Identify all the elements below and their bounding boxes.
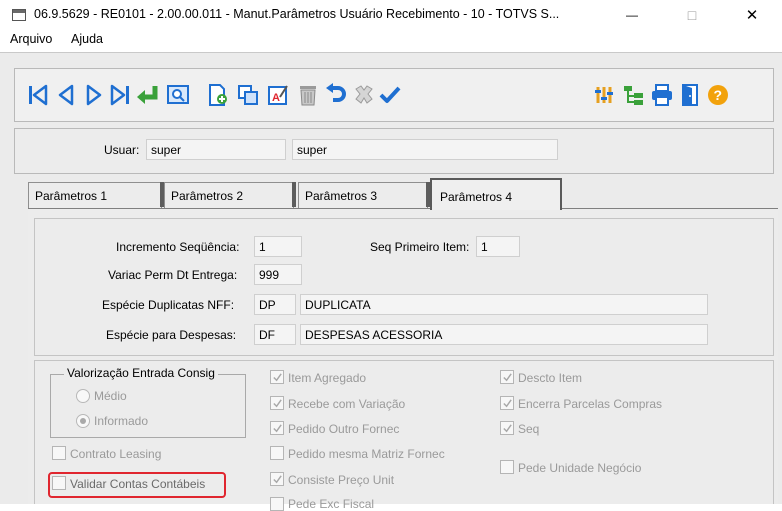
- radio-informado[interactable]: [76, 414, 90, 428]
- tab-parametros-3[interactable]: Parâmetros 3: [298, 182, 430, 208]
- recebe-variacao-label: Recebe com Variação: [288, 397, 406, 411]
- seq-primeiro-label: Seq Primeiro Item:: [370, 240, 470, 254]
- minimize-button[interactable]: —: [610, 0, 654, 30]
- incremento-field[interactable]: 1: [254, 236, 302, 257]
- consiste-preco-label: Consiste Preço Unit: [288, 473, 395, 487]
- previous-record-icon[interactable]: [52, 80, 80, 110]
- cancel-icon[interactable]: [350, 80, 378, 110]
- seq-label: Seq: [518, 422, 540, 436]
- valorizacao-group: [50, 374, 246, 438]
- pede-unidade-checkbox[interactable]: [500, 460, 514, 474]
- seq-checkbox[interactable]: [500, 421, 514, 435]
- undo-icon[interactable]: [322, 80, 350, 110]
- encerra-parcelas-label: Encerra Parcelas Compras: [518, 397, 663, 411]
- print-icon[interactable]: [648, 80, 676, 110]
- especie-dup-desc-field: DUPLICATA: [300, 294, 708, 315]
- radio-informado-label: Informado: [94, 414, 149, 428]
- pedido-mesma-checkbox[interactable]: [270, 446, 284, 460]
- recebe-variacao-checkbox[interactable]: [270, 396, 284, 410]
- pedido-outro-label: Pedido Outro Fornec: [288, 422, 400, 436]
- window-title: 06.9.5629 - RE0101 - 2.00.00.011 - Manut…: [34, 7, 560, 21]
- radio-medio-label: Médio: [94, 389, 127, 403]
- user-label: Usuar:: [104, 143, 140, 157]
- especie-desp-desc-field: DESPESAS ACESSORIA: [300, 324, 708, 345]
- descto-item-label: Descto Item: [518, 371, 583, 385]
- new-icon[interactable]: [204, 80, 232, 110]
- incremento-label: Incremento Seqüência:: [116, 240, 240, 254]
- goto-icon[interactable]: [134, 80, 162, 110]
- tree-icon[interactable]: [620, 80, 648, 110]
- pede-unidade-label: Pede Unidade Negócio: [518, 461, 642, 475]
- menu-ajuda[interactable]: Ajuda: [71, 32, 103, 46]
- especie-desp-label: Espécie para Despesas:: [106, 328, 237, 342]
- user-code-field[interactable]: super: [146, 139, 286, 160]
- copy-icon[interactable]: [234, 80, 262, 110]
- next-record-icon[interactable]: [80, 80, 108, 110]
- edit-icon[interactable]: A: [264, 80, 292, 110]
- svg-text:?: ?: [714, 87, 723, 103]
- delete-icon[interactable]: [294, 80, 322, 110]
- variac-field[interactable]: 999: [254, 264, 302, 285]
- first-record-icon[interactable]: [24, 80, 52, 110]
- encerra-parcelas-checkbox[interactable]: [500, 396, 514, 410]
- variac-label: Variac Perm Dt Entrega:: [108, 268, 238, 282]
- consiste-preco-checkbox[interactable]: [270, 472, 284, 486]
- tab-parametros-4[interactable]: Parâmetros 4: [430, 178, 562, 210]
- last-record-icon[interactable]: [106, 80, 134, 110]
- maximize-button[interactable]: □: [670, 0, 714, 30]
- tab-parametros-1[interactable]: Parâmetros 1: [28, 182, 164, 208]
- pedido-mesma-label: Pedido mesma Matriz Fornec: [288, 447, 445, 461]
- contrato-leasing-checkbox[interactable]: [52, 446, 66, 460]
- confirm-icon[interactable]: [376, 80, 404, 110]
- item-agregado-checkbox[interactable]: [270, 370, 284, 384]
- pede-exc-fiscal-label: Pede Exc Fiscal: [288, 497, 375, 511]
- settings-icon[interactable]: [590, 80, 618, 110]
- highlight-box: [48, 472, 226, 498]
- tab-parametros-2[interactable]: Parâmetros 2: [164, 182, 296, 208]
- seq-primeiro-field[interactable]: 1: [476, 236, 520, 257]
- pedido-outro-checkbox[interactable]: [270, 421, 284, 435]
- exit-icon[interactable]: [676, 80, 704, 110]
- app-icon: [12, 9, 26, 21]
- pede-exc-fiscal-checkbox[interactable]: [270, 497, 284, 511]
- radio-medio[interactable]: [76, 389, 90, 403]
- close-button[interactable]: ✕: [730, 0, 774, 30]
- descto-item-checkbox[interactable]: [500, 370, 514, 384]
- help-icon[interactable]: ?: [704, 80, 732, 110]
- especie-desp-code-field[interactable]: DF: [254, 324, 296, 345]
- svg-text:A: A: [272, 92, 280, 104]
- user-name-field: super: [292, 139, 558, 160]
- valorizacao-title: Valorização Entrada Consig: [64, 366, 218, 380]
- menu-arquivo[interactable]: Arquivo: [10, 32, 52, 46]
- especie-dup-code-field[interactable]: DP: [254, 294, 296, 315]
- menu-bar: [0, 30, 782, 50]
- item-agregado-label: Item Agregado: [288, 371, 367, 385]
- contrato-leasing-label: Contrato Leasing: [70, 447, 162, 461]
- search-icon[interactable]: [164, 80, 192, 110]
- especie-dup-label: Espécie Duplicatas NFF:: [102, 298, 235, 312]
